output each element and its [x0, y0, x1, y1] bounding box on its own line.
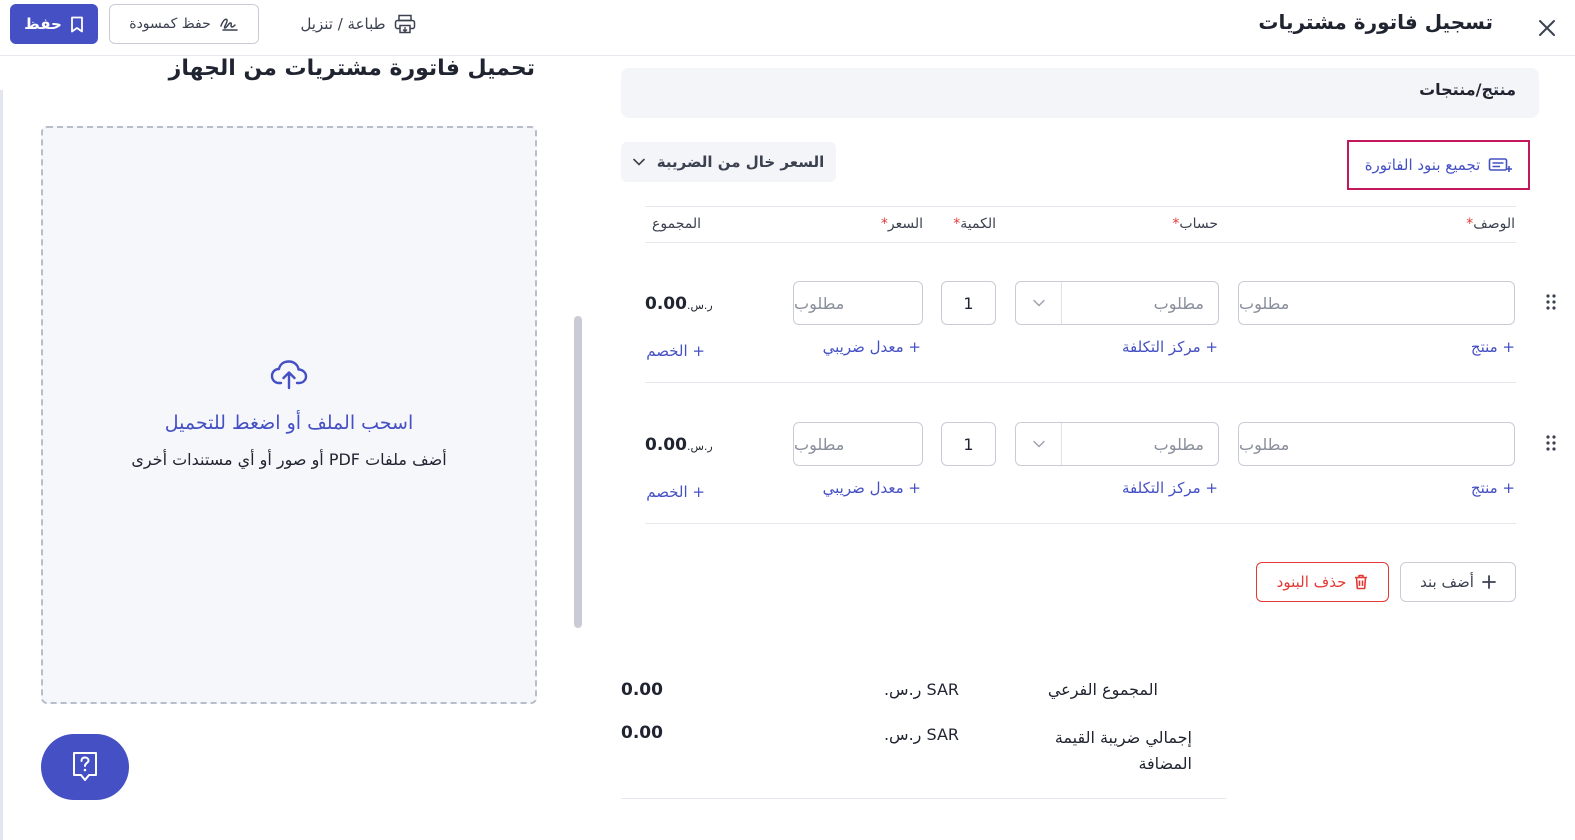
close-button[interactable]	[1527, 8, 1567, 48]
dropzone-sub-text: أضف ملفات PDF أو صور أو أي مستندات أخرى	[131, 450, 447, 469]
close-icon	[1539, 20, 1555, 36]
add-cost-center-link[interactable]: + مركز التكلفة	[1122, 338, 1218, 356]
print-download-button[interactable]: طباعة / تنزيل	[290, 4, 426, 44]
save-button-label: حفظ	[24, 15, 62, 33]
delete-items-label: حذف البنود	[1276, 573, 1347, 591]
vat-currency: SAR ر.س.	[883, 725, 959, 744]
save-draft-label: حفظ كمسودة	[129, 16, 211, 32]
drag-handle[interactable]	[1546, 435, 1556, 451]
vat-total-value: 0.00	[621, 723, 663, 743]
chevron-down-icon	[1032, 440, 1045, 448]
subtotal-currency: SAR ر.س.	[883, 680, 959, 699]
help-chat-icon	[73, 752, 97, 781]
subtotal-label: المجموع الفرعي	[1047, 680, 1158, 699]
divider	[645, 242, 1516, 243]
bookmark-icon	[70, 16, 83, 32]
add-product-link[interactable]: + منتج	[1471, 338, 1515, 356]
add-tax-rate-link[interactable]: + معدل ضريبي	[823, 338, 921, 356]
scrollbar-thumb[interactable]	[574, 316, 582, 628]
group-invoice-items-label: تجميع بنود الفاتورة	[1364, 156, 1481, 174]
divider	[645, 206, 1516, 207]
subtotal-value: 0.00	[621, 680, 663, 700]
panel-edge	[0, 90, 3, 840]
print-download-label: طباعة / تنزيل	[300, 15, 386, 33]
plus-icon	[1481, 575, 1496, 589]
group-items-icon	[1489, 158, 1513, 172]
description-input[interactable]: مطلوب	[1238, 422, 1515, 466]
page-title: تسجيل فاتورة مشتريات	[1258, 10, 1493, 34]
product-section-bar	[621, 68, 1539, 118]
account-dropdown-toggle[interactable]	[1016, 423, 1062, 465]
drag-handle-icon	[1546, 435, 1556, 451]
tax-mode-value: السعر خال من الضريبة	[656, 153, 825, 171]
divider	[645, 523, 1516, 524]
add-cost-center-link[interactable]: + مركز التكلفة	[1122, 479, 1218, 497]
quantity-input[interactable]: 1	[941, 422, 996, 466]
add-item-label: أضف بند	[1420, 573, 1474, 591]
row-total: ر.س.0.00	[645, 435, 713, 455]
upload-title: تحميل فاتورة مشتريات من الجهاز	[168, 56, 535, 81]
help-button[interactable]	[41, 734, 129, 800]
drag-handle-icon	[1546, 294, 1556, 310]
quantity-input[interactable]: 1	[941, 281, 996, 325]
product-section-label: منتج/منتجات	[1419, 80, 1516, 99]
price-input[interactable]: مطلوب	[793, 281, 923, 325]
chevron-down-icon	[1032, 299, 1045, 307]
account-select[interactable]: مطلوب	[1015, 281, 1219, 325]
save-draft-button[interactable]: حفظ كمسودة	[109, 4, 259, 44]
signature-icon	[220, 18, 238, 31]
account-select[interactable]: مطلوب	[1015, 422, 1219, 466]
add-discount-link[interactable]: + الخصم	[646, 342, 705, 360]
column-header-quantity: الكمية*	[953, 216, 996, 232]
price-input[interactable]: مطلوب	[793, 422, 923, 466]
column-header-price: السعر*	[880, 216, 923, 232]
delete-items-button[interactable]: حذف البنود	[1256, 562, 1389, 602]
add-item-button[interactable]: أضف بند	[1400, 562, 1516, 602]
printer-icon	[394, 14, 415, 34]
add-discount-link[interactable]: + الخصم	[646, 483, 705, 501]
tax-mode-select[interactable]: السعر خال من الضريبة	[621, 142, 836, 182]
account-dropdown-toggle[interactable]	[1016, 282, 1062, 324]
column-header-total: المجموع	[652, 216, 701, 232]
chevron-down-icon	[632, 158, 645, 166]
divider	[645, 382, 1516, 383]
add-tax-rate-link[interactable]: + معدل ضريبي	[823, 479, 921, 497]
add-product-link[interactable]: + منتج	[1471, 479, 1515, 497]
save-button[interactable]: حفظ	[10, 4, 98, 44]
trash-icon	[1355, 574, 1368, 590]
dropzone-main-text: اسحب الملف أو اضغط للتحميل	[164, 412, 414, 434]
divider	[621, 798, 1226, 799]
column-header-account: حساب*	[1172, 216, 1218, 232]
upload-cloud-icon	[270, 360, 308, 390]
vat-total-label: إجمالي ضريبة القيمة المضافة	[1054, 728, 1192, 773]
group-invoice-items-button[interactable]: تجميع بنود الفاتورة	[1347, 140, 1530, 190]
description-input[interactable]: مطلوب	[1238, 281, 1515, 325]
drag-handle[interactable]	[1546, 294, 1556, 310]
column-header-description: الوصف*	[1466, 216, 1515, 232]
row-total: ر.س.0.00	[645, 294, 713, 314]
